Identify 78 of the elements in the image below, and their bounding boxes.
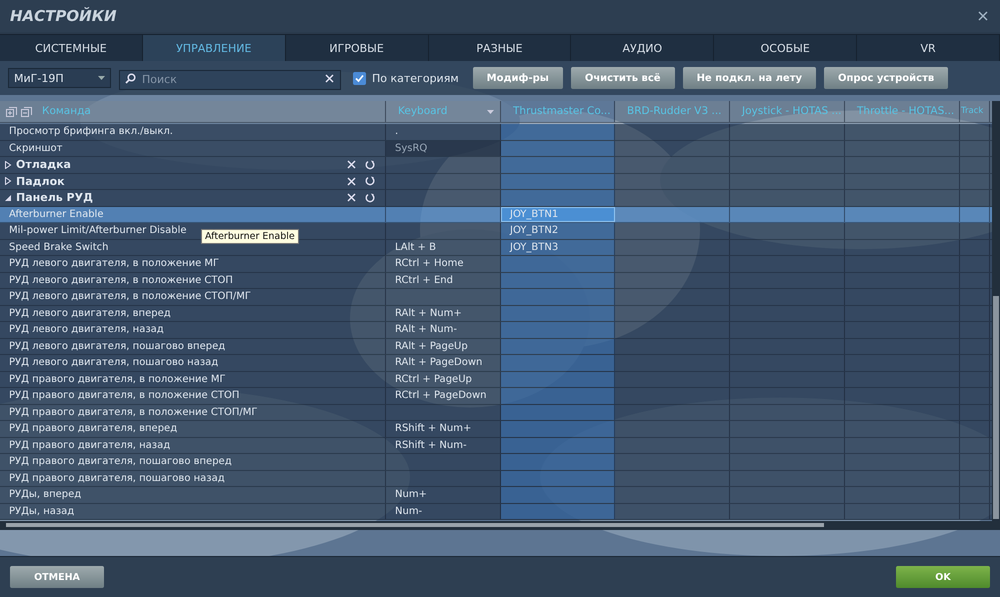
key-binding[interactable]: RCtrl + Home bbox=[386, 256, 501, 272]
command-name[interactable]: РУД левого двигателя, пошагово вперед bbox=[0, 338, 386, 354]
table-cell[interactable] bbox=[501, 470, 615, 486]
clear-icon[interactable] bbox=[347, 176, 356, 186]
aircraft-dropdown[interactable]: МиГ-19П bbox=[8, 68, 111, 88]
collapse-all-icon[interactable] bbox=[21, 106, 32, 117]
command-name[interactable]: РУД левого двигателя, назад bbox=[0, 322, 386, 338]
key-binding[interactable]: Num- bbox=[386, 504, 501, 519]
table-cell[interactable] bbox=[501, 355, 615, 370]
command-name[interactable]: РУДы, вперед bbox=[0, 487, 386, 502]
window-title: НАСТРОЙКИ bbox=[10, 7, 117, 25]
search-field[interactable]: Поиск bbox=[119, 70, 341, 90]
command-name[interactable]: Просмотр брифинга вкл./выкл. bbox=[0, 124, 386, 140]
command-name[interactable]: РУД левого двигателя, в положение СТОП bbox=[0, 272, 386, 288]
reset-icon[interactable] bbox=[365, 176, 375, 186]
checkbox[interactable] bbox=[353, 72, 366, 84]
table-cell[interactable] bbox=[501, 190, 615, 206]
checkbox-label[interactable]: По категориям bbox=[372, 72, 459, 84]
key-binding[interactable]: RAlt + Num- bbox=[386, 322, 501, 338]
key-binding[interactable]: RCtrl + PageUp bbox=[386, 372, 501, 387]
tooltip: Afterburner Enable bbox=[201, 229, 299, 244]
command-name[interactable]: РУД правого двигателя, назад bbox=[0, 438, 386, 453]
table-cell[interactable] bbox=[501, 306, 615, 321]
table-cell[interactable] bbox=[501, 404, 615, 420]
command-name[interactable]: РУД левого двигателя, вперед bbox=[0, 306, 386, 321]
table-cell[interactable] bbox=[501, 372, 615, 387]
expand-icon[interactable] bbox=[4, 177, 12, 186]
reset-icon[interactable] bbox=[365, 192, 375, 203]
vertical-scrollbar[interactable] bbox=[992, 101, 1000, 521]
tab[interactable]: УПРАВЛЕНИЕ bbox=[142, 35, 286, 61]
command-name[interactable]: РУД левого двигателя, в положение МГ bbox=[0, 256, 386, 272]
close-icon[interactable] bbox=[978, 11, 988, 21]
clear-icon[interactable] bbox=[325, 74, 334, 83]
command-name[interactable]: РУДы, назад bbox=[0, 504, 386, 519]
clear-icon[interactable] bbox=[347, 193, 356, 202]
caret-icon bbox=[487, 110, 494, 114]
table-cell[interactable] bbox=[501, 388, 615, 404]
command-name[interactable]: РУД правого двигателя, вперед bbox=[0, 421, 386, 436]
key-binding[interactable]: RShift + Num- bbox=[386, 438, 501, 453]
search-icon bbox=[125, 73, 136, 84]
table-cell[interactable] bbox=[501, 174, 615, 189]
key-binding[interactable]: Num+ bbox=[386, 487, 501, 502]
key-binding[interactable]: LAlt + B bbox=[386, 240, 501, 255]
command-name[interactable]: РУД правого двигателя, в положение МГ bbox=[0, 372, 386, 387]
key-binding[interactable]: SysRQ bbox=[386, 140, 501, 156]
table-cell[interactable] bbox=[501, 140, 615, 156]
command-name[interactable]: Скриншот bbox=[0, 140, 386, 156]
key-binding[interactable]: RAlt + Num+ bbox=[386, 306, 501, 321]
key-binding[interactable]: RShift + Num+ bbox=[386, 421, 501, 436]
joystick-binding[interactable]: JOY_BTN3 bbox=[501, 240, 615, 255]
table-cell[interactable] bbox=[501, 438, 615, 453]
clear-icon[interactable] bbox=[347, 160, 356, 170]
table-cell[interactable] bbox=[501, 487, 615, 502]
expand-icon[interactable] bbox=[4, 160, 12, 169]
key-binding[interactable]: RCtrl + End bbox=[386, 272, 501, 288]
reset-icon[interactable] bbox=[365, 160, 375, 170]
key-binding[interactable]: RCtrl + PageDown bbox=[386, 388, 501, 404]
command-name[interactable]: Afterburner Enable bbox=[0, 206, 386, 222]
horizontal-scrollbar[interactable] bbox=[0, 521, 1000, 530]
table-cell[interactable] bbox=[501, 421, 615, 436]
caret-icon bbox=[98, 76, 105, 80]
table-cell[interactable] bbox=[501, 289, 615, 304]
command-name[interactable]: РУД правого двигателя, в положение СТОП bbox=[0, 388, 386, 404]
key-binding[interactable]: RAlt + PageDown bbox=[386, 355, 501, 370]
joystick-binding[interactable]: JOY_BTN2 bbox=[501, 223, 615, 238]
table-cell[interactable] bbox=[501, 322, 615, 338]
table-cell[interactable] bbox=[501, 454, 615, 470]
table-cell[interactable] bbox=[501, 256, 615, 272]
table-cell[interactable] bbox=[501, 504, 615, 519]
key-binding[interactable]: . bbox=[386, 124, 501, 140]
table-cell[interactable] bbox=[501, 124, 615, 140]
collapse-icon[interactable] bbox=[4, 194, 12, 202]
table-cell[interactable] bbox=[501, 157, 615, 172]
expand-all-icon[interactable] bbox=[6, 106, 17, 117]
key-binding[interactable]: RAlt + PageUp bbox=[386, 338, 501, 354]
table-cell[interactable] bbox=[501, 272, 615, 288]
table-cell[interactable] bbox=[501, 338, 615, 354]
command-name[interactable]: РУД левого двигателя, пошагово назад bbox=[0, 355, 386, 370]
